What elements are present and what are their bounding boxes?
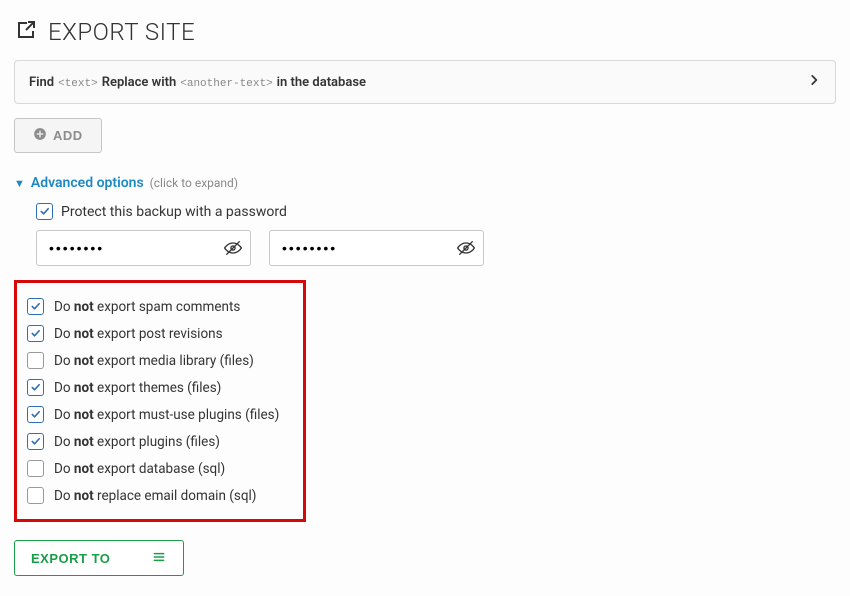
password-field-1 bbox=[36, 230, 251, 266]
menu-icon bbox=[151, 549, 167, 568]
plus-circle-icon bbox=[33, 127, 47, 144]
protect-backup-label: Protect this backup with a password bbox=[61, 204, 287, 220]
find-word: Find bbox=[29, 75, 54, 90]
advanced-options-toggle[interactable]: ▼ Advanced options (click to expand) bbox=[14, 175, 836, 191]
find-tag: <text> bbox=[58, 78, 98, 90]
export-option-row: Do not export themes (files) bbox=[27, 374, 289, 401]
export-option-label: Do not export media library (files) bbox=[54, 353, 254, 369]
export-option-label: Do not export spam comments bbox=[54, 299, 240, 315]
password-field-2 bbox=[269, 230, 484, 266]
add-button-label: ADD bbox=[53, 128, 83, 143]
advanced-options-title: Advanced options bbox=[31, 175, 144, 191]
export-option-checkbox[interactable] bbox=[27, 433, 44, 450]
find-replace-suffix: in the database bbox=[277, 75, 366, 90]
protect-backup-row: Protect this backup with a password bbox=[36, 203, 836, 220]
advanced-options-hint: (click to expand) bbox=[150, 176, 238, 190]
export-option-checkbox[interactable] bbox=[27, 406, 44, 423]
page-title: EXPORT SITE bbox=[14, 18, 836, 46]
export-option-row: Do not export spam comments bbox=[27, 293, 289, 320]
export-option-row: Do not export must-use plugins (files) bbox=[27, 401, 289, 428]
export-option-checkbox[interactable] bbox=[27, 460, 44, 477]
add-button[interactable]: ADD bbox=[14, 118, 102, 153]
export-option-checkbox[interactable] bbox=[27, 487, 44, 504]
export-option-row: Do not export plugins (files) bbox=[27, 428, 289, 455]
export-option-checkbox[interactable] bbox=[27, 325, 44, 342]
find-replace-label: Find <text> Replace with <another-text> … bbox=[29, 75, 366, 90]
export-option-label: Do not export must-use plugins (files) bbox=[54, 407, 279, 423]
export-option-checkbox[interactable] bbox=[27, 379, 44, 396]
find-replace-expander[interactable]: Find <text> Replace with <another-text> … bbox=[14, 60, 836, 104]
export-option-checkbox[interactable] bbox=[27, 352, 44, 369]
export-option-label: Do not export themes (files) bbox=[54, 380, 221, 396]
replace-word: Replace with bbox=[102, 75, 177, 90]
export-option-checkbox[interactable] bbox=[27, 298, 44, 315]
export-option-row: Do not replace email domain (sql) bbox=[27, 482, 289, 509]
export-icon bbox=[14, 18, 38, 46]
eye-off-icon[interactable] bbox=[456, 238, 476, 258]
export-option-label: Do not export plugins (files) bbox=[54, 434, 220, 450]
password-row bbox=[36, 230, 836, 266]
password-input-2[interactable] bbox=[269, 230, 484, 266]
export-options-list: Do not export spam comments Do not export… bbox=[14, 280, 306, 522]
export-option-row: Do not export database (sql) bbox=[27, 455, 289, 482]
eye-off-icon[interactable] bbox=[223, 238, 243, 258]
password-input-1[interactable] bbox=[36, 230, 251, 266]
export-option-label: Do not export database (sql) bbox=[54, 461, 225, 477]
chevron-right-icon bbox=[807, 73, 821, 91]
export-option-row: Do not export media library (files) bbox=[27, 347, 289, 374]
export-to-button[interactable]: EXPORT TO bbox=[14, 540, 184, 576]
export-to-label: EXPORT TO bbox=[31, 551, 110, 566]
protect-backup-checkbox[interactable] bbox=[36, 203, 53, 220]
caret-down-icon: ▼ bbox=[14, 177, 25, 190]
export-option-label: Do not export post revisions bbox=[54, 326, 223, 342]
export-option-row: Do not export post revisions bbox=[27, 320, 289, 347]
export-option-label: Do not replace email domain (sql) bbox=[54, 488, 257, 504]
replace-tag: <another-text> bbox=[180, 78, 272, 90]
page-title-text: EXPORT SITE bbox=[48, 18, 195, 46]
